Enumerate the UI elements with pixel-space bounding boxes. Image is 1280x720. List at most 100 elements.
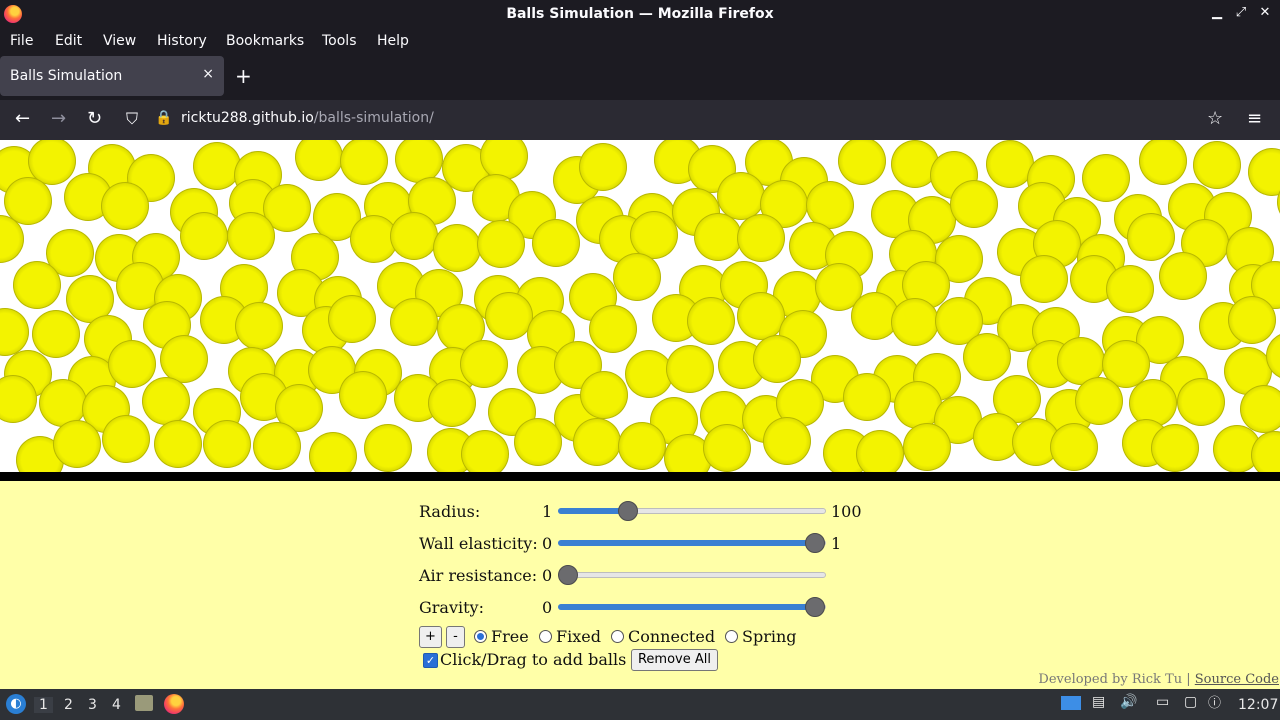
add-ball-button[interactable]: +: [419, 626, 442, 648]
ball: [154, 420, 202, 468]
ball: [253, 422, 301, 470]
ball: [193, 142, 241, 190]
menu-history[interactable]: History: [157, 33, 207, 49]
firefox-taskbar-icon[interactable]: [164, 694, 184, 714]
forward-icon[interactable]: →: [51, 108, 66, 129]
remove-ball-button[interactable]: -: [446, 626, 465, 648]
display-icon[interactable]: ▭: [1156, 694, 1169, 710]
ball: [428, 379, 476, 427]
ball: [514, 418, 562, 466]
ball: [903, 423, 951, 471]
air-resistance-slider[interactable]: [558, 572, 826, 578]
notification-icon[interactable]: ⓘ: [1208, 692, 1221, 711]
mode-spring-radio[interactable]: [725, 630, 738, 643]
ball: [589, 305, 637, 353]
ball: [1082, 154, 1130, 202]
click-drag-checkbox[interactable]: ✓: [423, 653, 438, 668]
ball: [53, 420, 101, 468]
workspace-2[interactable]: 2: [64, 697, 73, 713]
url-bar[interactable]: ricktu288.github.io/balls-simulation/: [181, 110, 434, 126]
ball: [950, 180, 998, 228]
volume-icon[interactable]: 🔊: [1120, 694, 1137, 710]
footer-credit: Developed by Rick Tu | Source Code: [1038, 672, 1279, 687]
nav-bar: ← → ↻ ⛉ 🔒 ricktu288.github.io/balls-simu…: [0, 100, 1280, 140]
radius-label: Radius:: [419, 502, 481, 521]
taskbar: ◐ 1 2 3 4 ▤ 🔊 ▭ ▢ ⓘ 12:07: [0, 689, 1280, 720]
radius-slider-thumb[interactable]: [618, 501, 638, 521]
ball: [763, 417, 811, 465]
menu-bookmarks[interactable]: Bookmarks: [226, 33, 304, 49]
file-manager-icon[interactable]: [135, 695, 153, 711]
simulation-canvas[interactable]: [0, 140, 1280, 472]
gravity-slider-fill: [558, 604, 816, 610]
ball: [1248, 148, 1280, 196]
mode-connected-radio[interactable]: [611, 630, 624, 643]
elasticity-max: 1: [831, 534, 842, 553]
hamburger-menu-icon[interactable]: ≡: [1247, 108, 1262, 129]
menu-file[interactable]: File: [10, 33, 33, 49]
tab-close-icon[interactable]: ×: [202, 66, 214, 82]
title-bar: Balls Simulation — Mozilla Firefox ▁ ⤢ ✕: [0, 0, 1280, 29]
mode-free-radio[interactable]: [474, 630, 487, 643]
reload-icon[interactable]: ↻: [87, 108, 102, 129]
tab-bar: Balls Simulation × +: [0, 54, 1280, 100]
back-icon[interactable]: ←: [15, 108, 30, 129]
ball: [460, 340, 508, 388]
ball: [461, 430, 509, 472]
ball: [32, 310, 80, 358]
ball: [687, 297, 735, 345]
notes-icon[interactable]: ▢: [1184, 694, 1197, 710]
elasticity-slider-fill: [558, 540, 816, 546]
ball: [573, 418, 621, 466]
ball: [838, 140, 886, 185]
mode-connected-label: Connected: [628, 627, 716, 646]
gravity-slider-thumb[interactable]: [805, 597, 825, 617]
menu-tools[interactable]: Tools: [322, 33, 357, 49]
mode-fixed-label: Fixed: [556, 627, 601, 646]
air-resistance-slider-thumb[interactable]: [558, 565, 578, 585]
bookmark-star-icon[interactable]: ☆: [1207, 108, 1223, 129]
ball: [532, 219, 580, 267]
ball: [328, 295, 376, 343]
click-drag-label: Click/Drag to add balls: [440, 650, 627, 669]
workspace-3[interactable]: 3: [88, 697, 97, 713]
ball: [108, 340, 156, 388]
ball: [390, 298, 438, 346]
remove-all-button[interactable]: Remove All: [631, 649, 718, 671]
mode-fixed-radio[interactable]: [539, 630, 552, 643]
new-tab-button[interactable]: +: [235, 64, 252, 88]
footer-separator: |: [1186, 672, 1191, 687]
menu-help[interactable]: Help: [377, 33, 409, 49]
source-code-link[interactable]: Source Code: [1195, 672, 1279, 687]
window-tray-icon[interactable]: [1061, 696, 1081, 710]
elasticity-slider-thumb[interactable]: [805, 533, 825, 553]
menu-bar: File Edit View History Bookmarks Tools H…: [0, 29, 1280, 54]
ball: [618, 422, 666, 470]
ball: [180, 212, 228, 260]
lock-icon[interactable]: 🔒: [155, 110, 172, 126]
menu-view[interactable]: View: [103, 33, 136, 49]
clipboard-icon[interactable]: ▤: [1092, 694, 1105, 710]
ball: [433, 224, 481, 272]
ball: [485, 292, 533, 340]
tab-label: Balls Simulation: [10, 68, 123, 84]
ball: [1050, 423, 1098, 471]
ball: [891, 298, 939, 346]
minimize-button[interactable]: ▁: [1210, 5, 1224, 20]
ball: [235, 302, 283, 350]
shield-icon[interactable]: ⛉: [126, 109, 138, 129]
ball: [227, 212, 275, 260]
ball: [340, 140, 388, 185]
tab-balls-simulation[interactable]: Balls Simulation ×: [0, 56, 224, 96]
workspace-1[interactable]: 1: [34, 697, 53, 713]
ball: [1193, 141, 1241, 189]
window-title: Balls Simulation — Mozilla Firefox: [506, 6, 774, 22]
maximize-button[interactable]: ⤢: [1234, 5, 1248, 20]
start-menu-icon[interactable]: ◐: [6, 694, 26, 714]
ball: [1228, 296, 1276, 344]
workspace-4[interactable]: 4: [112, 697, 121, 713]
menu-edit[interactable]: Edit: [55, 33, 82, 49]
ball: [1127, 213, 1175, 261]
canvas-floor: [0, 472, 1280, 481]
close-window-button[interactable]: ✕: [1258, 5, 1272, 20]
